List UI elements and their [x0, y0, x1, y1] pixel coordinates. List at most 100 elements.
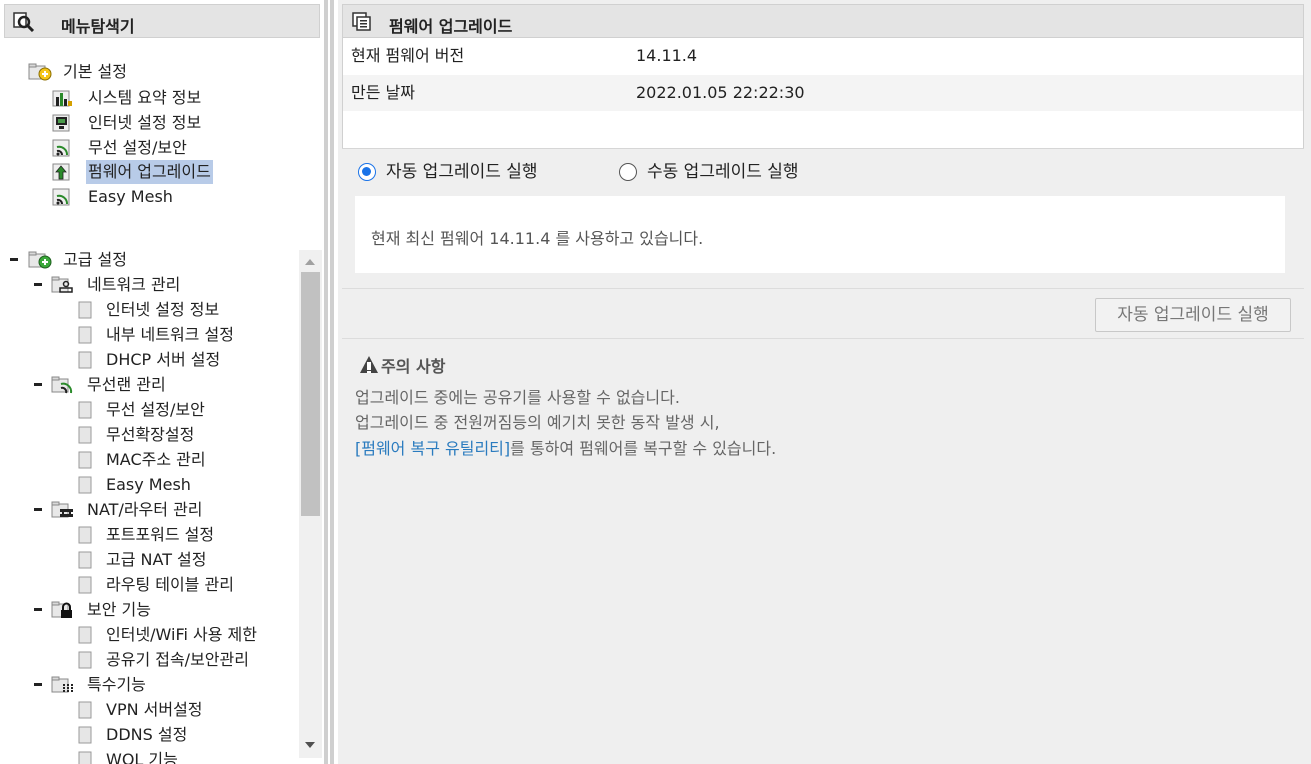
tree-group-label: 무선랜 관리	[87, 375, 166, 394]
page-icon	[78, 526, 92, 544]
page-icon	[78, 626, 92, 644]
page-icon	[78, 651, 92, 669]
tree-advanced-settings[interactable]: 고급 설정	[10, 248, 290, 272]
info-key: 현재 펌웨어 버전	[351, 46, 465, 65]
firmware-recovery-utility-link[interactable]: [펌웨어 복구 유틸리티]	[355, 439, 510, 458]
wireless-icon	[52, 188, 70, 206]
divider	[342, 338, 1304, 339]
run-auto-upgrade-button[interactable]: 자동 업그레이드 실행	[1095, 298, 1291, 332]
scroll-down-icon[interactable]	[305, 742, 315, 748]
scroll-up-icon[interactable]	[305, 259, 315, 265]
tree-item-system-summary[interactable]: 시스템 요약 정보	[52, 86, 292, 110]
page-icon	[78, 351, 92, 369]
tree-item-lan-settings[interactable]: 내부 네트워크 설정	[78, 323, 298, 347]
collapse-icon[interactable]	[10, 258, 18, 261]
page-icon	[78, 451, 92, 469]
collapse-icon[interactable]	[34, 683, 42, 686]
wireless-icon	[51, 376, 73, 394]
tree-item-port-forward[interactable]: 포트포워드 설정	[78, 523, 298, 547]
radio-manual-upgrade[interactable]	[619, 163, 637, 181]
tree-item-label: 라우팅 테이블 관리	[106, 575, 234, 594]
notice-line: 업그레이드 중 전원꺼짐등의 예기치 못한 동작 발생 시,	[355, 413, 720, 432]
lock-icon	[51, 601, 72, 618]
tree-item-label: VPN 서버설정	[106, 700, 203, 719]
folder-settings-icon	[28, 63, 52, 81]
panel-splitter[interactable]	[324, 0, 334, 764]
tree-group-label: 네트워크 관리	[87, 275, 181, 294]
tree-basic-settings[interactable]: 기본 설정	[28, 60, 288, 84]
tree-item-ddns[interactable]: DDNS 설정	[78, 723, 298, 747]
info-row-build-date: 만든 날짜 2022.01.05 22:22:30	[343, 75, 1303, 111]
tree-item-firmware-upgrade[interactable]: 펌웨어 업그레이드	[52, 160, 292, 184]
tree-item-label: MAC주소 관리	[106, 450, 206, 469]
tree-item-label: 공유기 접속/보안관리	[106, 650, 249, 669]
info-key: 만든 날짜	[351, 83, 415, 102]
tree-item-vpn-server[interactable]: VPN 서버설정	[78, 698, 298, 722]
collapse-icon[interactable]	[34, 383, 42, 386]
window-icon	[352, 12, 371, 31]
tree-basic-label: 기본 설정	[63, 62, 127, 81]
tree-group-security[interactable]: 보안 기능	[34, 598, 294, 622]
router-icon	[51, 501, 73, 518]
firmware-info-table: 현재 펌웨어 버전 14.11.4 만든 날짜 2022.01.05 22:22…	[342, 38, 1304, 148]
tree-item-advanced-nat[interactable]: 고급 NAT 설정	[78, 548, 298, 572]
info-row-version: 현재 펌웨어 버전 14.11.4	[343, 38, 1303, 74]
notice-line: [펌웨어 복구 유틸리티]를 통하여 펌웨어를 복구할 수 있습니다.	[355, 435, 776, 459]
tree-item-dhcp-settings[interactable]: DHCP 서버 설정	[78, 348, 298, 372]
radio-auto-upgrade[interactable]	[358, 163, 376, 181]
tree-item-wol[interactable]: WOL 기능	[78, 748, 298, 764]
radio-auto-label[interactable]: 자동 업그레이드 실행	[386, 157, 538, 182]
tree-item-routing-table[interactable]: 라우팅 테이블 관리	[78, 573, 298, 597]
tree-scrollbar[interactable]	[299, 250, 322, 758]
network-icon	[51, 276, 73, 293]
info-value: 2022.01.05 22:22:30	[636, 83, 805, 102]
scroll-thumb[interactable]	[301, 272, 320, 516]
menu-explorer-header: 메뉴탐색기	[4, 4, 320, 38]
monitor-icon	[52, 114, 70, 132]
radio-manual-label[interactable]: 수동 업그레이드 실행	[647, 157, 799, 182]
content-panel: 펌웨어 업그레이드 현재 펌웨어 버전 14.11.4 만든 날짜 2022.0…	[338, 0, 1311, 764]
tree-item-wireless-extend[interactable]: 무선확장설정	[78, 423, 298, 447]
page-icon	[78, 326, 92, 344]
advanced-tree-scroll-area[interactable]: 고급 설정 네트워크 관리 인터넷 설정 정보 내부 네트워크 설정 DHCP …	[0, 248, 298, 764]
tree-item-label: 무선 설정/보안	[106, 400, 205, 419]
page-icon	[78, 576, 92, 594]
tree-item-internet-restrict[interactable]: 인터넷/WiFi 사용 제한	[78, 623, 298, 647]
tree-item-label: DDNS 설정	[106, 725, 188, 744]
page-icon	[78, 726, 92, 744]
tree-item-easy-mesh-adv[interactable]: Easy Mesh	[78, 473, 298, 497]
chart-icon	[52, 90, 72, 107]
collapse-icon[interactable]	[34, 508, 42, 511]
tree-item-label: 시스템 요약 정보	[88, 88, 202, 107]
tree-item-label: 펌웨어 업그레이드	[86, 160, 213, 184]
tree-item-internet-info[interactable]: 인터넷 설정 정보	[52, 111, 292, 135]
tree-item-label: 무선 설정/보안	[88, 138, 187, 157]
tree-group-network[interactable]: 네트워크 관리	[34, 273, 294, 297]
tree-item-wireless-security-adv[interactable]: 무선 설정/보안	[78, 398, 298, 422]
status-message-box: 현재 최신 펌웨어 14.11.4 를 사용하고 있습니다.	[355, 196, 1285, 273]
collapse-icon[interactable]	[34, 283, 42, 286]
tree-item-label: 내부 네트워크 설정	[106, 325, 234, 344]
tree-item-label: 인터넷 설정 정보	[106, 300, 220, 319]
menu-explorer-panel: 메뉴탐색기 기본 설정 시스템 요약 정보 인터넷 설정 정보 무선 설정/보안…	[0, 0, 324, 764]
collapse-icon[interactable]	[34, 608, 42, 611]
content-header: 펌웨어 업그레이드	[342, 4, 1304, 38]
menu-explorer-title: 메뉴탐색기	[61, 17, 135, 36]
tree-group-nat-router[interactable]: NAT/라우터 관리	[34, 498, 294, 522]
page-icon	[78, 476, 92, 494]
page-icon	[78, 401, 92, 419]
tree-item-label: 인터넷/WiFi 사용 제한	[106, 625, 258, 644]
tree-group-special[interactable]: 특수기능	[34, 673, 294, 697]
tree-item-easy-mesh[interactable]: Easy Mesh	[52, 185, 292, 209]
page-icon	[78, 426, 92, 444]
tree-group-wireless[interactable]: 무선랜 관리	[34, 373, 294, 397]
page-icon	[78, 751, 92, 764]
tree-item-access-security[interactable]: 공유기 접속/보안관리	[78, 648, 298, 672]
tree-item-label: 포트포워드 설정	[106, 525, 215, 544]
search-icon	[13, 12, 35, 32]
tree-item-internet-settings[interactable]: 인터넷 설정 정보	[78, 298, 298, 322]
tree-item-wireless-security[interactable]: 무선 설정/보안	[52, 136, 292, 160]
tree-item-mac-management[interactable]: MAC주소 관리	[78, 448, 298, 472]
status-message: 현재 최신 펌웨어 14.11.4 를 사용하고 있습니다.	[371, 229, 704, 248]
tree-item-label: 무선확장설정	[106, 425, 195, 444]
